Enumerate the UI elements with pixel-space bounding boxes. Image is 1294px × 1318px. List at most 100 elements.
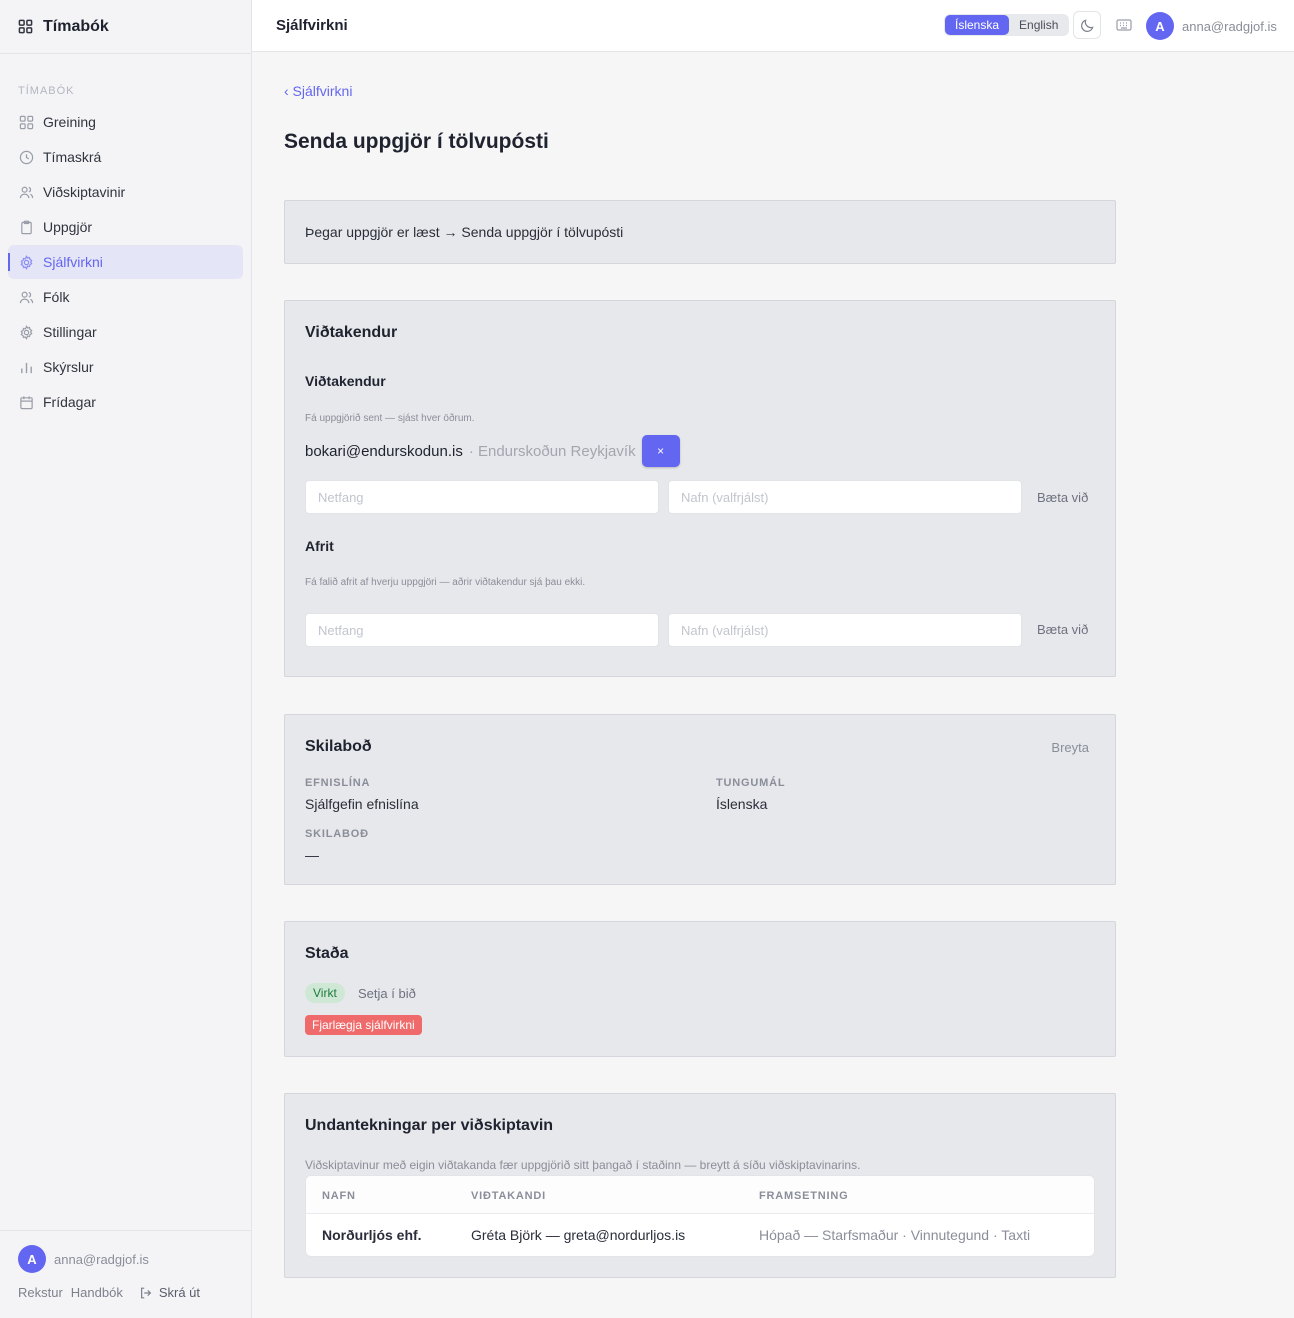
cc-section-title: Afrit [305,538,334,554]
sidebar-item-stillingar[interactable]: Stillingar [8,315,243,349]
to-section-title: Viðtakendur [305,373,386,389]
users-icon [18,184,34,200]
add-cc-recipient-button[interactable]: Bæta við [1037,622,1088,637]
grid-icon [18,114,34,130]
add-to-recipient-button[interactable]: Bæta við [1037,490,1088,505]
sidebar-user-email: anna@radgjof.is [54,1251,149,1267]
edit-message-button[interactable]: Breyta [1051,740,1089,755]
exceptions-card: Undantekningar per viðskiptavin Viðskipt… [284,1093,1116,1278]
status-badge[interactable]: Virkt [305,983,345,1003]
settings-icon [18,324,34,340]
column-header-recipient: VIÐTAKANDI [471,1190,547,1202]
sidebar-user[interactable]: A anna@radgjof.is [18,1245,149,1273]
avatar: A [1146,12,1174,40]
remove-recipient-button[interactable]: × [641,435,680,467]
bar-chart-icon [18,359,34,375]
sidebar-item-uppgjor[interactable]: Uppgjör [8,210,243,244]
lang-option-en[interactable]: English [1009,15,1068,35]
trigger-card: Þegar uppgjör er læst → Senda uppgjör í … [284,200,1116,264]
cell-client-name: Norðurljós ehf. [322,1227,422,1243]
sidebar-item-label: Viðskiptavinir [43,184,126,200]
keyboard-icon [1116,18,1132,32]
body-value: — [305,847,319,863]
clock-icon [18,149,34,165]
sidebar-item-label: Uppgjör [43,219,93,235]
sidebar-item-label: Skýrslur [43,359,94,375]
sidebar-item-label: Frídagar [43,394,96,410]
pause-button[interactable]: Setja í bið [358,986,416,1001]
recipient-name: · Endurskoðun Reykjavík [468,442,636,460]
moon-icon [1080,18,1095,33]
status-card-title: Staða [305,945,349,962]
back-link[interactable]: ‹ Sjálfvirkni [284,83,352,99]
language-label: TUNGUMÁL [716,777,786,789]
people-icon [18,289,34,305]
sidebar-item-greining[interactable]: Greining [8,105,243,139]
exceptions-card-title: Undantekningar per viðskiptavin [305,1117,554,1134]
sidebar-item-label: Sjálfvirkni [43,254,103,270]
topbar-user-email: anna@radgjof.is [1182,18,1277,34]
sidebar-nav: Greining Tímaskrá Viðskiptavinir Uppgjör… [8,105,243,420]
grid-icon [18,19,33,34]
recipient-entry: bokari@endurskodun.is · Endurskoðun Reyk… [305,435,680,467]
sidebar-item-timaskra[interactable]: Tímaskrá [8,140,243,174]
logout-label: Skrá út [158,1285,201,1300]
exceptions-table: NAFN VIÐTAKANDI FRAMSETNING Norðurljós e… [305,1175,1095,1257]
brand-name: Tímabók [43,17,109,35]
sidebar-item-skyrslur[interactable]: Skýrslur [8,350,243,384]
sidebar-item-sjalfvirkni[interactable]: Sjálfvirkni [8,245,243,279]
sidebar-item-label: Fólk [43,289,70,305]
recipients-card-title: Viðtakendur [305,324,398,341]
logout-button[interactable]: Skrá út [139,1285,208,1300]
table-row[interactable]: Norðurljós ehf. Gréta Björk — greta@nord… [306,1214,1094,1256]
cell-recipient: Gréta Björk — greta@nordurljos.is [471,1227,686,1243]
recipients-card: Viðtakendur Viðtakendur Fá uppgjörið sen… [284,300,1116,677]
topbar-user[interactable]: A anna@radgjof.is [1146,12,1277,40]
trigger-summary: Þegar uppgjör er læst → Senda uppgjör í … [305,224,624,240]
page-header-title: Sjálfvirkni [276,17,348,34]
sidebar-item-vidskiptavinir[interactable]: Viðskiptavinir [8,175,243,209]
page-title: Senda uppgjör í tölvupósti [284,130,549,153]
lang-option-is[interactable]: Íslenska [945,15,1010,35]
sidebar-item-fridagar[interactable]: Frídagar [8,385,243,419]
sidebar-footer: A anna@radgjof.is Rekstur Handbók Skrá ú… [0,1230,252,1318]
topbar: Sjálfvirkni Íslenska English A anna@radg… [252,0,1294,52]
avatar: A [18,1245,46,1273]
theme-toggle-button[interactable] [1073,11,1101,39]
cc-name-input[interactable]: Nafn (valfrjálst) [668,613,1022,647]
status-card: Staða Virkt Setja í bið Fjarlægja sjálfv… [284,921,1116,1057]
sidebar-item-label: Greining [43,114,96,130]
delete-automation-button[interactable]: Fjarlægja sjálfvirkni [305,1015,422,1035]
logout-icon [139,1286,153,1300]
link-operations[interactable]: Rekstur [18,1285,63,1300]
table-header: NAFN VIÐTAKANDI FRAMSETNING [306,1176,1094,1214]
sidebar: Tímabók TÍMABÓK Greining Tímaskrá Viðski… [0,0,252,1318]
gear-icon [18,254,34,270]
message-card-title: Skilaboð [305,738,372,755]
clipboard-icon [18,219,34,235]
exceptions-hint: Viðskiptavinur með eigin viðtakanda fær … [305,1158,861,1172]
link-handbook[interactable]: Handbók [71,1285,123,1300]
language-switch: Íslenska English [944,14,1070,36]
nav-heading: TÍMABÓK [18,85,75,97]
cc-email-input[interactable]: Netfang [305,613,659,647]
language-value: Íslenska [716,796,768,812]
sidebar-item-label: Tímaskrá [43,149,102,165]
subject-value: Sjálfgefin efnislína [305,796,419,812]
column-header-name: NAFN [322,1190,356,1202]
sidebar-links: Rekstur Handbók Skrá út [18,1285,208,1300]
sidebar-item-folk[interactable]: Fólk [8,280,243,314]
subject-label: EFNISLÍNA [305,777,371,789]
cc-section-hint: Fá falið afrit af hverju uppgjöri — aðri… [305,577,586,588]
body-label: SKILABOÐ [305,828,369,840]
column-header-format: FRAMSETNING [759,1190,849,1202]
to-section-hint: Fá uppgjörið sent — sjást hver öðrum. [305,413,475,424]
cell-format: Hópað — Starfsmaður · Vinnutegund · Taxt… [759,1227,1031,1243]
brand[interactable]: Tímabók [0,0,251,54]
calendar-icon [18,394,34,410]
keyboard-shortcuts-button[interactable] [1110,11,1138,39]
sidebar-item-label: Stillingar [43,324,97,340]
to-name-input[interactable]: Nafn (valfrjálst) [668,480,1022,514]
to-email-input[interactable]: Netfang [305,480,659,514]
recipient-email: bokari@endurskodun.is [305,442,463,460]
